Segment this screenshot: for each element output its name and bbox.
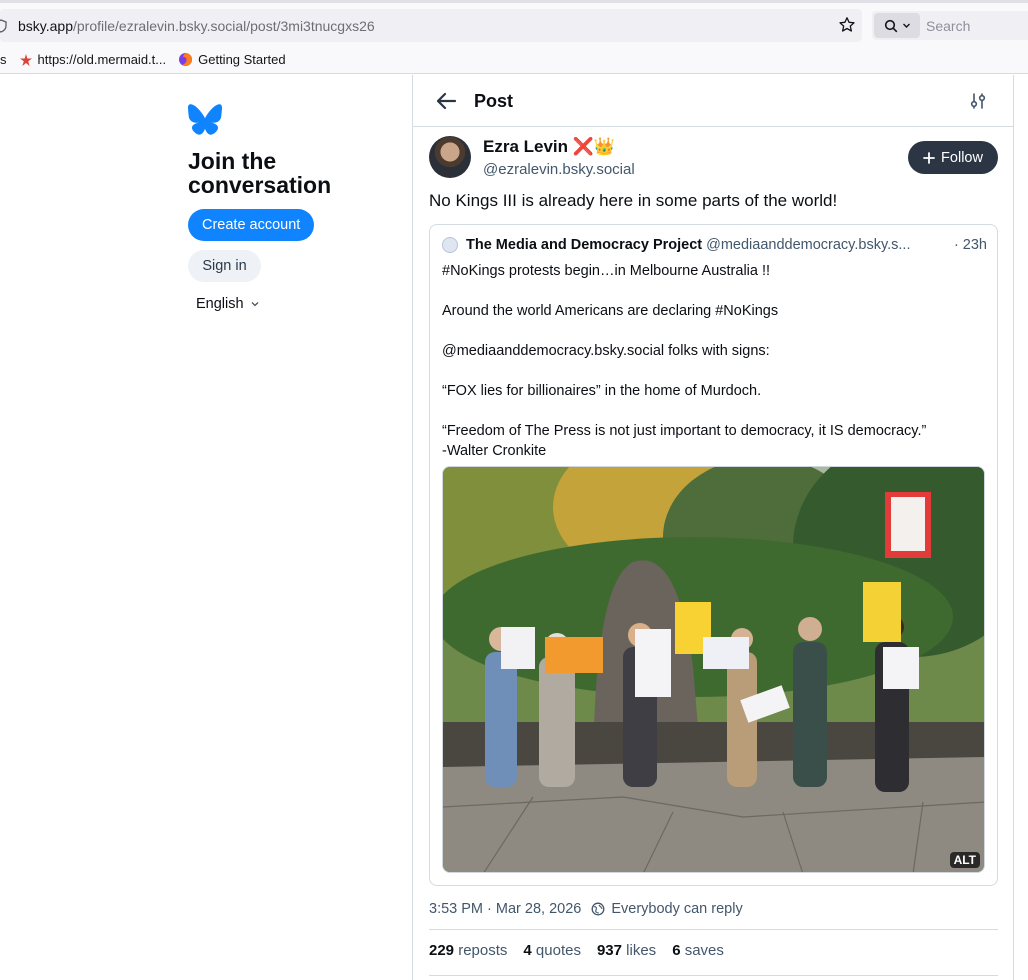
back-arrow-icon[interactable]: [435, 91, 457, 111]
author-avatar[interactable]: [429, 136, 471, 178]
likes-count: 937: [596, 942, 622, 959]
chevron-down-icon: [902, 23, 910, 28]
search-engine-selector[interactable]: [874, 13, 920, 38]
post-header: Post: [413, 75, 1013, 127]
author-handle[interactable]: @ezralevin.bsky.social: [483, 161, 635, 178]
bookmark-truncated[interactable]: s: [0, 52, 7, 67]
photo-illustration: [443, 467, 984, 872]
bookmark-getting-started[interactable]: Getting Started: [178, 52, 286, 67]
url-host: bsky.app: [18, 17, 73, 34]
chevron-down-icon: [251, 302, 259, 307]
quote-line: @mediaanddemocracy.bsky.social folks wit…: [442, 343, 770, 359]
url-path: /profile/ezralevin.bsky.social/post/3mi3…: [73, 17, 375, 34]
language-selector[interactable]: English: [196, 296, 388, 312]
likes-stat[interactable]: 937 likes: [597, 942, 656, 959]
firefox-icon: [179, 53, 193, 67]
bookmark-label: s: [0, 52, 7, 67]
search-placeholder: Search: [926, 17, 971, 34]
saves-label: saves: [684, 942, 724, 959]
globe-reply-icon: [591, 902, 605, 916]
follow-button[interactable]: Follow: [908, 141, 998, 174]
quotes-label: quotes: [535, 942, 581, 959]
quote-line: [442, 321, 987, 341]
address-bar[interactable]: bsky.app/profile/ezralevin.bsky.social/p…: [0, 9, 862, 42]
likes-label: likes: [626, 942, 657, 959]
join-heading: Join the conversation: [188, 148, 332, 198]
post-text: No Kings III is already here in some par…: [429, 191, 838, 210]
alt-text-badge[interactable]: ALT: [949, 852, 980, 868]
bookmark-star-icon[interactable]: [838, 16, 856, 34]
post-stats: 229 reposts 4 quotes 937 likes 6 saves: [429, 942, 724, 959]
tracking-protection-icon[interactable]: [0, 18, 8, 33]
bookmark-label: Getting Started: [198, 52, 286, 67]
quote-header: The Media and Democracy Project @mediaan…: [442, 237, 987, 253]
quote-text: #NoKings protests begin…in Melbourne Aus…: [442, 261, 987, 461]
sign-in-button[interactable]: Sign in: [188, 250, 261, 282]
quote-line: [442, 281, 987, 301]
quoted-post[interactable]: The Media and Democracy Project @mediaan…: [429, 224, 998, 886]
browser-toolbar: bsky.app/profile/ezralevin.bsky.social/p…: [0, 0, 1028, 46]
reposts-label: reposts: [458, 942, 508, 959]
quote-line: -Walter Cronkite: [442, 443, 547, 459]
quotes-stat[interactable]: 4 quotes: [523, 942, 581, 959]
post-timestamp: 3:53 PM · Mar 28, 2026: [429, 901, 582, 917]
mermaid-icon: [19, 53, 32, 66]
reposts-stat[interactable]: 229 reposts: [429, 942, 507, 959]
quote-author-handle: @mediaanddemocracy.bsky.s...: [706, 237, 911, 253]
bookmark-mermaid[interactable]: https://old.mermaid.t...: [19, 52, 167, 67]
reply-setting[interactable]: Everybody can reply: [611, 901, 742, 917]
plus-icon: [923, 151, 935, 164]
bookmarks-toolbar: s https://old.mermaid.t... Getting Start…: [0, 46, 1028, 74]
saves-count: 6: [672, 942, 681, 959]
quote-timestamp: · 23h: [953, 237, 987, 253]
quote-line: [442, 361, 987, 381]
quote-line: “FOX lies for billionaires” in the home …: [442, 383, 762, 399]
reposts-count: 229: [429, 942, 455, 959]
bluesky-butterfly-logo[interactable]: [188, 103, 222, 135]
quote-line: “Freedom of The Press is not just import…: [442, 423, 927, 439]
author-name[interactable]: Ezra Levin ❌👑: [483, 137, 615, 157]
signup-sidebar: Join the conversation Create account Sig…: [188, 100, 388, 312]
follow-label: Follow: [941, 149, 983, 166]
create-account-button[interactable]: Create account: [188, 209, 315, 241]
quote-author-avatar: [442, 237, 458, 253]
language-label: English: [196, 296, 244, 312]
divider: [429, 929, 998, 930]
search-icon: [884, 19, 897, 32]
divider: [429, 975, 998, 976]
page-title: Post: [474, 91, 514, 111]
web-search-box[interactable]: Search: [872, 11, 1028, 40]
protest-photo[interactable]: ALT: [442, 466, 985, 873]
thread-settings-icon[interactable]: [969, 92, 987, 110]
quote-line: [442, 401, 987, 421]
quote-author-name: The Media and Democracy Project: [466, 237, 703, 253]
quote-line: Around the world Americans are declaring…: [442, 303, 779, 319]
quote-line: #NoKings protests begin…in Melbourne Aus…: [442, 263, 771, 279]
bookmark-label: https://old.mermaid.t...: [37, 52, 167, 67]
post-thread-column: Post Ezra Levin ❌👑 @ezralevin.bsky.socia…: [412, 75, 1014, 980]
quotes-count: 4: [523, 942, 532, 959]
post-meta: 3:53 PM · Mar 28, 2026 Everybody can rep…: [429, 901, 743, 917]
saves-stat[interactable]: 6 saves: [672, 942, 724, 959]
